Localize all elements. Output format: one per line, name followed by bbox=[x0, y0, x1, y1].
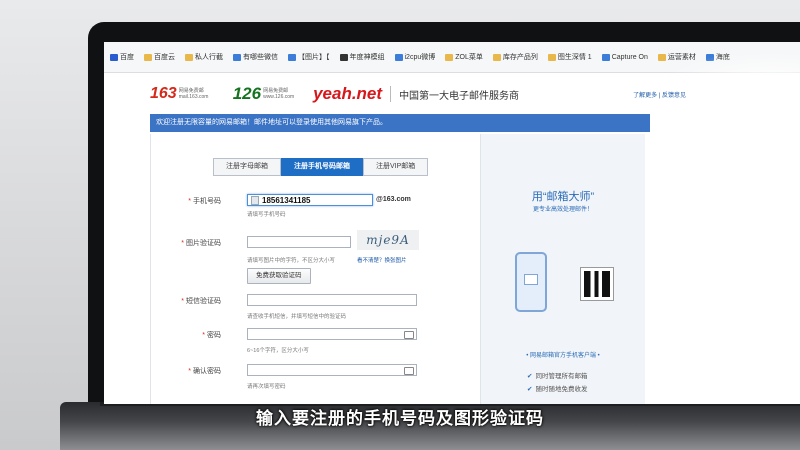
keyboard-icon bbox=[404, 367, 414, 375]
folder-icon bbox=[144, 53, 152, 61]
captcha-input[interactable] bbox=[247, 236, 351, 248]
phone-icon bbox=[251, 196, 259, 206]
confirm-password-label: * 确认密码 bbox=[188, 368, 221, 375]
browser-screen: 百度 百度云 私人行截 有哪些微信 【图片】【 年度神模组 i2cpu微博 ZO… bbox=[104, 42, 800, 404]
check-icon: ✔ bbox=[527, 386, 533, 393]
keyboard-icon bbox=[404, 331, 414, 339]
bookmark-item[interactable]: 有哪些微信 bbox=[233, 52, 278, 62]
tab-letter-mail[interactable]: 注册字母邮箱 bbox=[213, 158, 281, 176]
password-input[interactable] bbox=[247, 328, 417, 340]
folder-icon bbox=[445, 53, 454, 61]
captcha-hint: 请填写图片中的字符，不区分大小写 bbox=[247, 258, 336, 264]
tab-vip-mail[interactable]: 注册VIP邮箱 bbox=[363, 158, 429, 176]
phone-input[interactable]: 18561341185 bbox=[247, 194, 373, 206]
phone-label: * 手机号码 bbox=[188, 198, 221, 205]
blue-square-icon bbox=[394, 53, 403, 61]
bookmark-item[interactable]: 百度 bbox=[110, 52, 134, 62]
bookmark-item[interactable]: 库存产品列 bbox=[492, 52, 538, 62]
folder-icon bbox=[492, 53, 501, 61]
promo-subtitle: 更专业高效处理邮件！ bbox=[532, 207, 593, 213]
phone-suffix: @163.com bbox=[376, 196, 411, 203]
folder-icon bbox=[657, 53, 666, 61]
captcha-image[interactable]: mje9A bbox=[357, 230, 419, 250]
bookmark-item[interactable]: ZOL菜单 bbox=[445, 52, 483, 62]
logo-163-sub: 网易免费邮 mail.163.com bbox=[178, 88, 209, 100]
phone-hint: 请填写手机号码 bbox=[247, 212, 286, 218]
folder-icon bbox=[547, 53, 556, 61]
blue-square-icon bbox=[233, 53, 241, 61]
confirm-password-input[interactable] bbox=[247, 364, 417, 376]
qr-code-icon[interactable] bbox=[580, 267, 614, 301]
phone-illustration-icon bbox=[515, 252, 547, 312]
bookmark-item[interactable]: i2cpu微博 bbox=[394, 52, 435, 62]
sms-label: * 短信验证码 bbox=[181, 298, 221, 305]
promo-client-link[interactable]: • 网易邮箱官方手机客户端 • bbox=[481, 350, 645, 359]
paw-icon bbox=[110, 53, 118, 61]
bookmark-item[interactable]: 百度云 bbox=[144, 52, 175, 62]
bookmark-item[interactable]: 私人行截 bbox=[185, 52, 223, 62]
envelope-icon bbox=[524, 274, 538, 285]
promo-feature: ✔ 同时管理所有邮箱 bbox=[527, 373, 588, 380]
header-slogan: 中国第一大电子邮件服务商 bbox=[399, 90, 520, 102]
captcha-label: * 图片验证码 bbox=[181, 240, 221, 247]
promo-feature: ✔ 随时随地免费收发 bbox=[527, 386, 588, 393]
logo-163[interactable]: 163 bbox=[150, 85, 177, 103]
bookmark-item[interactable]: 图生深情 1 bbox=[547, 52, 592, 62]
register-tabs: 注册字母邮箱 注册手机号码邮箱 注册VIP邮箱 bbox=[213, 158, 429, 176]
blue-square-icon bbox=[705, 53, 714, 61]
password-hint: 6~16个字符，区分大小写 bbox=[247, 348, 309, 354]
bookmarks-bar: 百度 百度云 私人行截 有哪些微信 【图片】【 年度神模组 i2cpu微博 ZO… bbox=[104, 42, 800, 73]
header-links[interactable]: 了解更多 | 反馈意见 bbox=[633, 90, 686, 99]
sms-code-input[interactable] bbox=[247, 294, 417, 306]
header-divider bbox=[390, 86, 392, 102]
logo-yeah[interactable]: yeah.net bbox=[313, 84, 382, 104]
bookmark-item[interactable]: Capture On bbox=[601, 53, 648, 61]
bookmark-item[interactable]: 【图片】【 bbox=[288, 52, 330, 62]
logo-126-sub: 网易免费邮 www.126.com bbox=[263, 88, 295, 100]
check-icon: ✔ bbox=[527, 373, 533, 380]
mail-master-promo: 用“邮箱大师” 更专业高效处理邮件！ • 网易邮箱官方手机客户端 • ✔ 同时管理… bbox=[480, 134, 645, 404]
confirm-password-hint: 请再次填写密码 bbox=[247, 384, 286, 390]
bookmark-item[interactable]: 运营素材 bbox=[657, 52, 696, 62]
notice-bar: 欢迎注册无限容量的网易邮箱！邮件地址可以登录使用其他网易旗下产品。 bbox=[150, 114, 650, 132]
video-subtitle: 输入要注册的手机号码及图形验证码 bbox=[256, 409, 544, 428]
sms-hint: 请查收手机短信，并填写短信中的验证码 bbox=[247, 314, 347, 320]
dark-icon bbox=[339, 53, 348, 61]
register-form: 注册字母邮箱 注册手机号码邮箱 注册VIP邮箱 * 手机号码 1856134118… bbox=[150, 134, 481, 404]
bookmark-item[interactable]: 年度神模组 bbox=[339, 52, 385, 62]
blue-square-icon bbox=[288, 53, 296, 61]
get-sms-code-button[interactable]: 免费获取验证码 bbox=[247, 268, 311, 284]
folder-icon bbox=[185, 53, 193, 61]
gear-icon bbox=[601, 53, 610, 61]
mail-header: 163 网易免费邮 mail.163.com 126 网易免费邮 www.126… bbox=[150, 82, 686, 106]
captcha-refresh-link[interactable]: 看不清楚？换张图片 bbox=[357, 256, 407, 264]
bookmark-item[interactable]: 海底 bbox=[705, 52, 730, 62]
tab-phone-mail[interactable]: 注册手机号码邮箱 bbox=[281, 158, 363, 176]
promo-title: 用“邮箱大师” bbox=[531, 191, 595, 203]
logo-126[interactable]: 126 bbox=[233, 84, 261, 104]
password-label: * 密码 bbox=[202, 332, 221, 339]
